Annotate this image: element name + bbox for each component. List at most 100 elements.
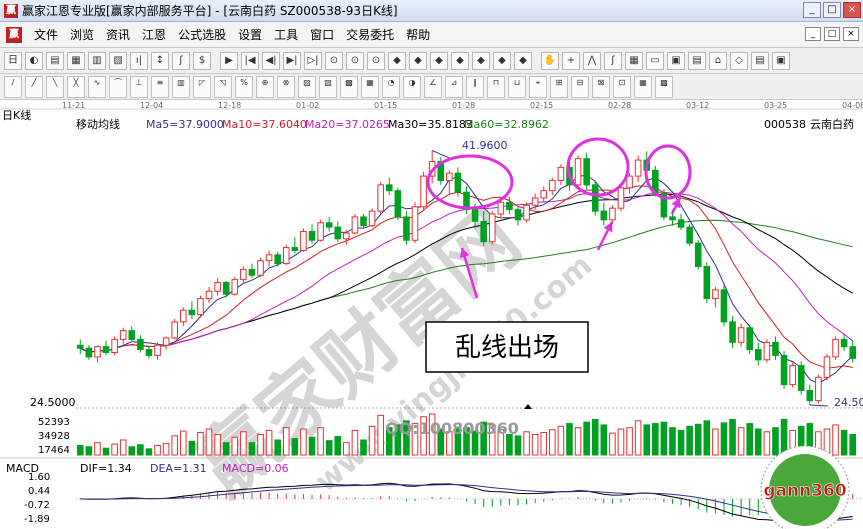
gann-tool-1-icon[interactable]: / [4, 75, 22, 98]
toolbar-tool-22-icon[interactable]: ◆ [472, 51, 490, 70]
toolbar-tool-14-icon[interactable]: ▷| [304, 51, 322, 70]
gann-tool-17-icon[interactable]: ▩ [340, 75, 358, 98]
gann-tool-4-icon[interactable]: ╳ [67, 75, 85, 98]
gann-tool-16-icon[interactable]: ▧ [319, 75, 337, 98]
menu-help[interactable]: 帮助 [400, 26, 436, 43]
gann-tool-25-icon[interactable]: ⊔ [508, 75, 526, 98]
volume-bar-60 [591, 418, 599, 456]
menu-gann[interactable]: 江恩 [136, 26, 172, 43]
gann-tool-32-icon[interactable]: ▩ [655, 75, 673, 98]
candle-body-39 [411, 206, 419, 241]
candle-body-65 [634, 159, 642, 177]
volume-bar-73 [703, 420, 711, 456]
volume-bar-74 [712, 428, 719, 456]
toolbar-tool-34-icon[interactable]: ◇ [730, 51, 748, 70]
candle-body-71 [686, 226, 693, 244]
menu-window[interactable]: 窗口 [304, 26, 340, 43]
gann-tool-23-icon[interactable]: ∥ [466, 75, 484, 98]
gann-tool-27-icon[interactable]: ⊞ [550, 75, 568, 98]
toolbar-tool-12-icon[interactable]: ◀| [262, 51, 280, 70]
candle-body-36 [385, 184, 393, 192]
gann-tool-14-icon[interactable]: ⊗ [277, 75, 295, 98]
menu-settings[interactable]: 设置 [232, 26, 268, 43]
gann-tool-24-icon[interactable]: ⊓ [487, 75, 505, 98]
gann-tool-10-icon[interactable]: ◸ [193, 75, 211, 98]
toolbar-tool-3-icon[interactable]: ▦ [67, 51, 85, 70]
gann-tool-3-icon[interactable]: ╲ [46, 75, 64, 98]
gann-tool-31-icon[interactable]: ▦ [634, 75, 652, 98]
menu-tools[interactable]: 工具 [268, 26, 304, 43]
gann-tool-21-icon[interactable]: ∠ [424, 75, 442, 98]
menu-file[interactable]: 文件 [28, 26, 64, 43]
gann-tool-12-icon[interactable]: % [235, 75, 253, 98]
toolbar-tool-24-icon[interactable]: ◆ [514, 51, 532, 70]
toolbar-tool-8-icon[interactable]: ʃ [172, 51, 190, 70]
gann-tool-18-icon[interactable]: ▦ [361, 75, 379, 98]
mdi-minimize-button[interactable]: _ [805, 27, 821, 41]
gann-tool-5-icon[interactable]: ∿ [88, 75, 106, 98]
toolbar-tool-15-icon[interactable]: ⊙ [325, 51, 343, 70]
gann-tool-13-icon[interactable]: ⊕ [256, 75, 274, 98]
gann-tool-2-icon[interactable]: ╱ [25, 75, 43, 98]
toolbar-tool-9-icon[interactable]: $ [193, 51, 211, 70]
gann-tool-6-icon[interactable]: ⌒ [109, 75, 127, 98]
toolbar-tool-18-icon[interactable]: ◆ [388, 51, 406, 70]
daily-period-button[interactable]: 日 [4, 51, 22, 70]
menu-browse[interactable]: 浏览 [64, 26, 100, 43]
toolbar-tool-31-icon[interactable]: ▣ [667, 51, 685, 70]
toolbar-tool-17-icon[interactable]: ⊙ [367, 51, 385, 70]
gann-tool-9-icon[interactable]: ▥ [172, 75, 190, 98]
macd-value-label: MACD=0.06 [222, 462, 289, 475]
gann-tool-11-icon[interactable]: ◹ [214, 75, 232, 98]
toolbar-tool-23-icon[interactable]: ◆ [493, 51, 511, 70]
toolbar-tool-5-icon[interactable]: ▧ [109, 51, 127, 70]
gann-tool-8-icon[interactable]: ≡ [151, 75, 169, 98]
toolbar-tool-30-icon[interactable]: ▭ [646, 51, 664, 70]
close-button[interactable]: × [843, 2, 861, 18]
menu-info[interactable]: 资讯 [100, 26, 136, 43]
menu-trade[interactable]: 交易委托 [340, 26, 400, 43]
gann-tool-19-icon[interactable]: ◔ [382, 75, 400, 98]
toolbar-tool-10-icon[interactable]: ▶ [220, 51, 238, 70]
toolbar-tool-13-icon[interactable]: ▶| [283, 51, 301, 70]
toolbar-tool-26-icon[interactable]: + [562, 51, 580, 70]
gann-tool-15-icon[interactable]: ▨ [298, 75, 316, 98]
toolbar-tool-36-icon[interactable]: ▣ [772, 51, 790, 70]
toolbar-tool-32-icon[interactable]: ▤ [688, 51, 706, 70]
gann-tool-26-icon[interactable]: ⌖ [529, 75, 547, 98]
minimize-button[interactable]: _ [803, 2, 821, 18]
gann360-logo: gann360 [760, 445, 850, 529]
toolbar-tool-21-icon[interactable]: ◆ [451, 51, 469, 70]
mdi-close-button[interactable]: × [843, 27, 859, 41]
toolbar-tool-11-icon[interactable]: |◀ [241, 51, 259, 70]
gann-tool-30-icon[interactable]: ⊡ [613, 75, 631, 98]
toolbar-tool-29-icon[interactable]: ▦ [625, 51, 643, 70]
gann-tool-29-icon[interactable]: ⊠ [592, 75, 610, 98]
maximize-button[interactable]: □ [823, 2, 841, 18]
gann-tool-22-icon[interactable]: ⊿ [445, 75, 463, 98]
toolbar-tool-27-icon[interactable]: ⋀ [583, 51, 601, 70]
toolbar-tool-1-icon[interactable]: ◐ [25, 51, 43, 70]
toolbar-tool-35-icon[interactable]: ▤ [751, 51, 769, 70]
gann-tool-7-icon[interactable]: ⊥ [130, 75, 148, 98]
toolbar-tool-6-icon[interactable]: ı| [130, 51, 148, 70]
toolbar-tool-19-icon[interactable]: ◆ [409, 51, 427, 70]
toolbar-tool-7-icon[interactable]: ↕ [151, 51, 169, 70]
toolbar-tool-33-icon[interactable]: ⌂ [709, 51, 727, 70]
candle-body-62 [609, 207, 616, 221]
low-axis-label: 24.5000 [30, 396, 76, 409]
gann-tool-20-icon[interactable]: ◑ [403, 75, 421, 98]
app-menu-icon[interactable]: 赢 [6, 26, 22, 43]
logo-text: gann360 [763, 481, 847, 501]
toolbar-tool-2-icon[interactable]: ▤ [46, 51, 64, 70]
gann-tool-28-icon[interactable]: ⊟ [571, 75, 589, 98]
toolbar-tool-20-icon[interactable]: ◆ [430, 51, 448, 70]
toolbar-tool-16-icon[interactable]: ⊙ [346, 51, 364, 70]
toolbar-tool-28-icon[interactable]: ʃ [604, 51, 622, 70]
toolbar-tool-4-icon[interactable]: ▥ [88, 51, 106, 70]
mdi-restore-button[interactable]: □ [824, 27, 840, 41]
candle-body-81 [772, 341, 779, 356]
menu-formula[interactable]: 公式选股 [172, 26, 232, 43]
toolbar-tool-25-icon[interactable]: ✋ [541, 51, 559, 70]
candle-body-7 [137, 338, 144, 351]
